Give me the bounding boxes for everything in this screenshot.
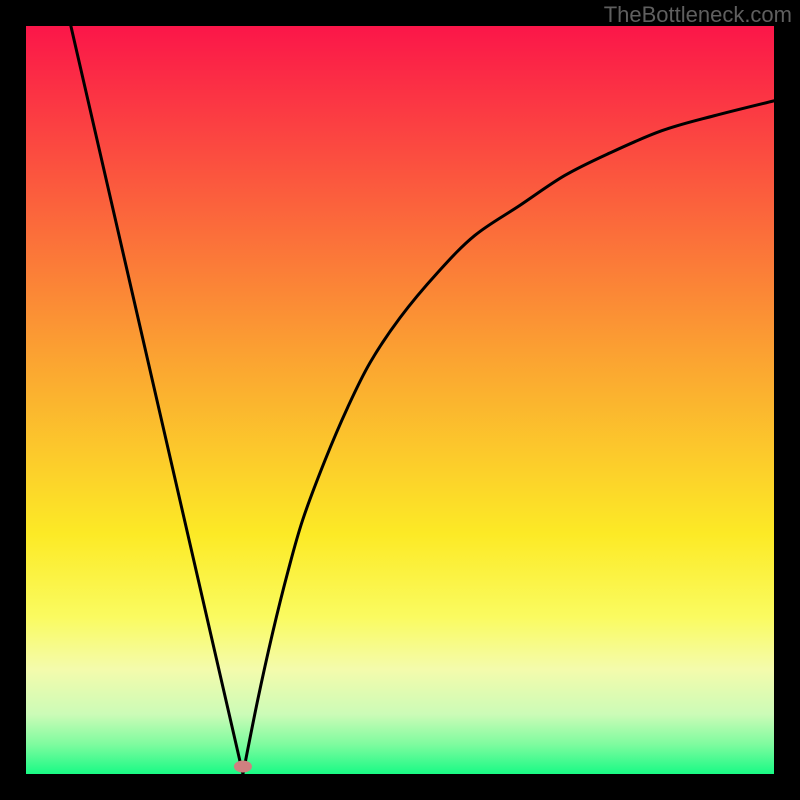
bottleneck-curve-chart bbox=[26, 26, 774, 774]
chart-frame: TheBottleneck.com bbox=[0, 0, 800, 800]
watermark-text: TheBottleneck.com bbox=[604, 2, 792, 28]
minimum-marker bbox=[234, 761, 252, 773]
gradient-background bbox=[26, 26, 774, 774]
plot-area bbox=[26, 26, 774, 774]
